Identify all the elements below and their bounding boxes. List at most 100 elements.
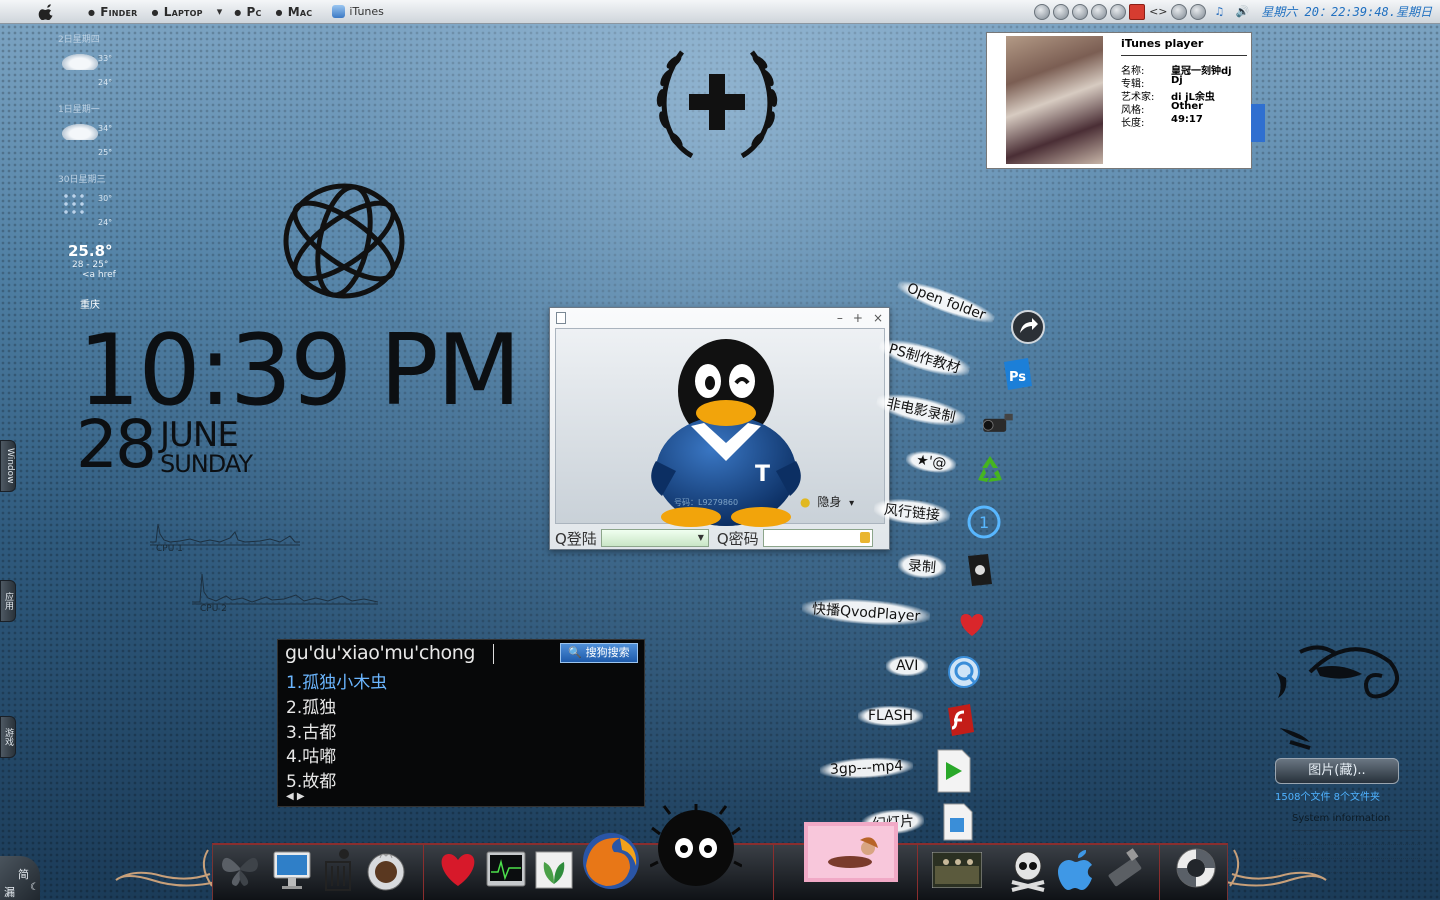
menu-mac[interactable]: Mac <box>276 5 313 19</box>
apple-logo-icon[interactable] <box>1056 848 1100 892</box>
soot-sprite-icon[interactable] <box>650 804 742 890</box>
cpu1-graph <box>150 523 300 546</box>
account-input[interactable]: ▼ <box>600 529 709 547</box>
arrow-curve-icon[interactable] <box>1010 309 1046 345</box>
lock-icon <box>859 532 870 543</box>
account-label: Q登陆 <box>555 529 597 548</box>
snow-cloud-icon <box>62 192 88 214</box>
menu-finder[interactable]: Finder <box>88 5 138 19</box>
divider <box>1121 55 1247 56</box>
weather-link[interactable]: <a href <box>82 270 128 280</box>
close-button[interactable]: × <box>873 311 883 325</box>
network-icon[interactable] <box>1171 3 1188 20</box>
firefox-icon[interactable] <box>580 830 642 892</box>
corner-tab-top: 简 <box>18 868 29 881</box>
launcher-label-qvod[interactable]: 快播QvodPlayer <box>801 595 932 629</box>
menubar-clock[interactable]: 星期六 20：22:39:48.星期日 <box>1261 3 1432 20</box>
usb-drive-icon[interactable] <box>1104 848 1148 892</box>
clock-day: 28 <box>76 406 157 483</box>
ime-page-arrows[interactable]: ◀ ▶ <box>286 791 305 802</box>
album-cover[interactable] <box>1006 36 1103 164</box>
minimize-all-icon[interactable] <box>1034 3 1051 20</box>
ime-candidate-window: gu'du'xiao'mu'chong 🔍 搜狗搜索 1.孤独小木虫 2.孤独 … <box>277 639 645 807</box>
heart-icon[interactable] <box>436 846 480 890</box>
launcher-label-ps[interactable]: PS制作教材 <box>876 333 973 383</box>
itunes-player-widget[interactable]: iTunes player 名称: 皇冠一刻钟dj 专辑: Dj 艺术家: di… <box>986 32 1252 169</box>
field-value: 49:17 <box>1171 114 1203 125</box>
quicktime-icon[interactable] <box>946 654 982 690</box>
apple-box-icon[interactable] <box>962 552 998 588</box>
launcher-label-avi[interactable]: AVI <box>886 656 929 676</box>
weather-low: 24° <box>98 78 113 87</box>
launcher-label-record[interactable]: 录制 <box>897 551 947 581</box>
audio-file-icon[interactable] <box>940 802 974 842</box>
qq-login-bar: Q登陆 ▼ Q密码 <box>555 527 885 549</box>
media-play-icon[interactable] <box>934 748 972 794</box>
butterfly-icon[interactable] <box>218 846 262 890</box>
sogou-search-button[interactable]: 🔍 搜狗搜索 <box>560 643 638 663</box>
ime-candidate[interactable]: 2.孤独 <box>286 693 336 718</box>
ime-pinyin-input[interactable]: gu'du'xiao'mu'chong <box>285 642 475 664</box>
side-tab-apps[interactable]: 应用 <box>0 580 16 622</box>
pinup-photo-icon[interactable] <box>804 822 898 882</box>
camcorder-icon[interactable] <box>980 404 1016 440</box>
apple-menu-icon[interactable] <box>36 3 58 20</box>
launcher-label-open-folder[interactable]: Open folder <box>894 275 998 329</box>
menu-pc[interactable]: Pc <box>234 5 261 19</box>
password-input[interactable] <box>762 529 873 547</box>
imac-icon[interactable] <box>270 848 314 892</box>
side-tab-games[interactable]: 游戏 <box>0 716 16 758</box>
volume-icon[interactable]: 🔊 <box>1232 5 1252 18</box>
trash-icon[interactable] <box>318 848 362 892</box>
photoshop-icon[interactable]: Ps <box>998 356 1034 392</box>
active-app[interactable]: iTunes <box>332 5 384 18</box>
qq-titlebar[interactable]: – + × <box>550 308 889 328</box>
star-icon[interactable] <box>1190 3 1207 20</box>
launcher-label-star[interactable]: ★'@ <box>904 448 958 476</box>
side-tab-window[interactable]: Window <box>0 440 16 492</box>
laptop-dropdown-icon[interactable]: ▾ <box>217 5 223 18</box>
forward-icon[interactable] <box>1091 3 1108 20</box>
launcher-label-flash[interactable]: FLASH <box>858 706 924 726</box>
coffee-icon[interactable] <box>364 848 408 892</box>
account-dropdown-icon[interactable]: ▼ <box>694 530 708 546</box>
ime-candidate[interactable]: 5.故都 <box>286 767 336 792</box>
dock-separator <box>423 845 424 900</box>
weather-widget: 2日星期四 33° 24° 1日星期一 34° 25° 30日星期三 30° 2… <box>58 32 128 311</box>
recycle-icon[interactable] <box>972 452 1008 488</box>
folder-widget-info: 1508个文件 8个文件夹 <box>1275 792 1380 803</box>
maximize-button[interactable]: + <box>853 311 863 325</box>
music-note-icon[interactable]: ♫ <box>1209 5 1229 18</box>
swirl-face-decoration-icon <box>1276 645 1399 750</box>
skull-icon[interactable] <box>1006 848 1050 892</box>
menu-laptop[interactable]: Laptop <box>152 5 203 19</box>
minimize-button[interactable]: – <box>837 311 843 325</box>
corner-ime-tab[interactable]: 简 漏 ☾ <box>0 856 40 900</box>
ime-candidate[interactable]: 3.古都 <box>286 718 336 743</box>
lifebuoy-icon[interactable] <box>1174 846 1218 890</box>
folder-widget-title[interactable]: 图片(藏).. <box>1275 758 1399 784</box>
download-icon[interactable] <box>1110 3 1127 20</box>
activity-monitor-icon[interactable] <box>484 848 528 892</box>
resize-icon[interactable]: <> <box>1148 5 1168 18</box>
video-thumb-icon[interactable] <box>932 852 982 888</box>
corner-tab-bottom: 漏 <box>4 886 15 899</box>
funshion-icon[interactable]: 1 <box>966 504 1002 540</box>
status-hidden-dropdown[interactable]: 隐身 ▾ <box>800 493 854 510</box>
desktop-clock-date: 28 JUNE SUNDAY <box>76 406 253 483</box>
launcher-label-3gp[interactable]: 3gp---mp4 <box>819 755 914 781</box>
cpu1-label: CPU 1 <box>156 544 183 554</box>
ime-candidate[interactable]: 4.咕嘟 <box>286 742 336 767</box>
orbit-sphere-emblem-icon <box>283 183 405 299</box>
weather-day: 1日星期一 34° 25° <box>58 102 128 168</box>
itunes-side-tab[interactable] <box>1251 104 1265 142</box>
sogou-icon[interactable] <box>1129 3 1146 20</box>
back-icon[interactable] <box>1072 3 1089 20</box>
status-label: 隐身 <box>817 495 842 509</box>
photo-leaf-icon[interactable] <box>532 848 576 892</box>
clock-weekday: SUNDAY <box>159 450 253 478</box>
heart-icon[interactable] <box>954 606 990 642</box>
ime-candidate[interactable]: 1.孤独小木虫 <box>286 668 387 693</box>
flash-icon[interactable] <box>942 702 978 738</box>
close-all-icon[interactable] <box>1053 3 1070 20</box>
